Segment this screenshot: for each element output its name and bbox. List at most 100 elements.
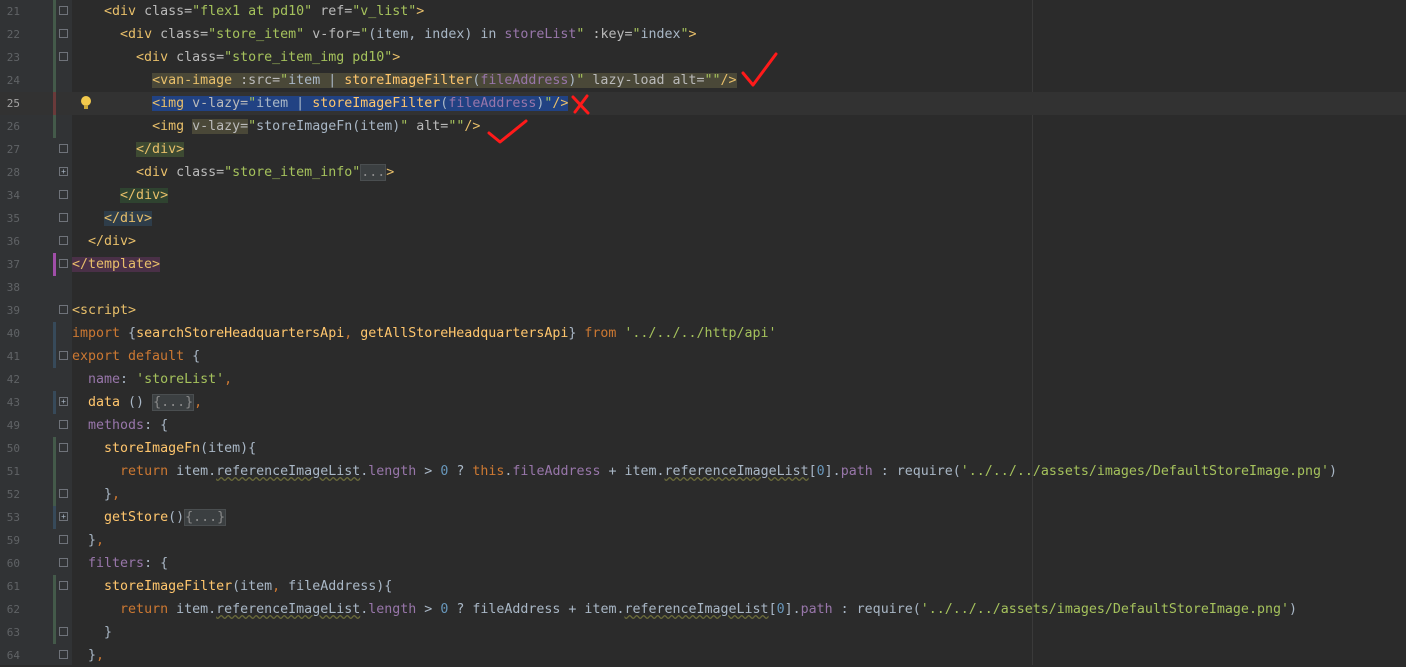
fold-toggle-icon[interactable]: [59, 236, 68, 245]
line-number: 23: [6, 51, 20, 64]
change-marker: [53, 46, 56, 69]
code-line[interactable]: 21 <div class="flex1 at pd10" ref="v_lis…: [0, 0, 1406, 23]
red-checkmark-annotation: [741, 52, 778, 87]
fold-toggle-icon[interactable]: [59, 259, 68, 268]
code-line[interactable]: 59 },: [0, 529, 1406, 552]
line-number: 64: [6, 649, 20, 662]
code-text: getStore(){...}: [104, 509, 227, 526]
code-line[interactable]: 43 + data () {...},: [0, 391, 1406, 414]
fold-toggle-icon[interactable]: [59, 558, 68, 567]
code-text: methods: {: [88, 418, 169, 433]
code-line[interactable]: 49 methods: {: [0, 414, 1406, 437]
code-line[interactable]: 26 <img v-lazy="storeImageFn(item)" alt=…: [0, 115, 1406, 144]
change-marker: [53, 69, 56, 92]
code-text: name: 'storeList',: [88, 372, 233, 387]
change-marker: [53, 621, 56, 644]
code-line[interactable]: 27 </div>: [0, 138, 1406, 161]
fold-toggle-icon[interactable]: [59, 6, 68, 15]
fold-toggle-icon[interactable]: +: [59, 397, 68, 406]
code-line[interactable]: 42 name: 'storeList',: [0, 368, 1406, 391]
red-x-annotation: [571, 94, 590, 115]
code-line-current[interactable]: 25 <img v-lazy="item | storeImageFilter(…: [0, 92, 1406, 115]
fold-toggle-icon[interactable]: [59, 144, 68, 153]
line-number: 24: [6, 74, 20, 87]
fold-toggle-icon[interactable]: [59, 213, 68, 222]
change-marker: [53, 115, 56, 138]
code-text: filters: {: [88, 556, 169, 571]
code-line[interactable]: 35 </div>: [0, 207, 1406, 230]
code-text: },: [72, 533, 105, 548]
code-text: <div class="store_item_info"...>: [136, 164, 395, 181]
code-text: return item.referenceImageList.length > …: [120, 464, 1338, 479]
fold-toggle-icon[interactable]: +: [59, 512, 68, 521]
line-number: 28: [6, 166, 20, 179]
fold-toggle-icon[interactable]: [59, 305, 68, 314]
code-line[interactable]: 22 <div class="store_item" v-for="(item,…: [0, 23, 1406, 46]
code-text: import {searchStoreHeadquartersApi, getA…: [72, 326, 777, 341]
code-line[interactable]: 53 + getStore(){...}: [0, 506, 1406, 529]
change-marker: [53, 0, 56, 23]
code-line[interactable]: 39 <script>: [0, 299, 1406, 322]
code-line[interactable]: 52 },: [0, 483, 1406, 506]
code-line[interactable]: 41 export default {: [0, 345, 1406, 368]
code-line[interactable]: 28 + <div class="store_item_info"...>: [0, 161, 1406, 184]
fold-toggle-icon[interactable]: [59, 420, 68, 429]
line-number: 38: [6, 281, 20, 294]
change-marker: [53, 598, 56, 621]
code-line[interactable]: 34 </div>: [0, 184, 1406, 207]
code-text: },: [72, 487, 121, 502]
change-marker: [53, 506, 56, 529]
code-line[interactable]: 63 }: [0, 621, 1406, 644]
code-text: },: [72, 648, 105, 663]
fold-toggle-icon[interactable]: [59, 190, 68, 199]
code-line[interactable]: 61 storeImageFilter(item, fileAddress){: [0, 575, 1406, 598]
code-text: <img v-lazy="item | storeImageFilter(fil…: [152, 96, 569, 111]
code-editor[interactable]: 21 <div class="flex1 at pd10" ref="v_lis…: [0, 0, 1406, 665]
code-text: export default {: [72, 349, 201, 364]
code-text: <script>: [72, 303, 137, 318]
line-number: 61: [6, 580, 20, 593]
line-number: 49: [6, 419, 20, 432]
fold-toggle-icon[interactable]: [59, 351, 68, 360]
code-line[interactable]: 24 <van-image :src="item | storeImageFil…: [0, 52, 1406, 92]
line-number: 37: [6, 258, 20, 271]
line-number: 26: [6, 120, 20, 133]
fold-toggle-icon[interactable]: [59, 52, 68, 61]
fold-toggle-icon[interactable]: [59, 29, 68, 38]
code-line[interactable]: 38: [0, 276, 1406, 299]
line-number: 27: [6, 143, 20, 156]
code-line[interactable]: 64 },: [0, 644, 1406, 667]
fold-toggle-icon[interactable]: [59, 581, 68, 590]
code-text: </div>: [120, 188, 169, 203]
line-number: 34: [6, 189, 20, 202]
code-line[interactable]: 40 import {searchStoreHeadquartersApi, g…: [0, 322, 1406, 345]
line-number: 53: [6, 511, 20, 524]
code-text: <div class="flex1 at pd10" ref="v_list">: [104, 4, 425, 19]
code-text: <van-image :src="item | storeImageFilter…: [152, 73, 737, 88]
code-line[interactable]: 60 filters: {: [0, 552, 1406, 575]
change-marker: [53, 437, 56, 460]
code-text: <div class="store_item_img pd10">: [136, 50, 401, 65]
line-number: 60: [6, 557, 20, 570]
code-text: <img v-lazy="storeImageFn(item)" alt=""/…: [152, 119, 481, 134]
code-line[interactable]: 51 return item.referenceImageList.length…: [0, 460, 1406, 483]
change-marker: [53, 345, 56, 368]
fold-toggle-icon[interactable]: [59, 650, 68, 659]
code-line[interactable]: 62 return item.referenceImageList.length…: [0, 598, 1406, 621]
fold-toggle-icon[interactable]: [59, 489, 68, 498]
code-line[interactable]: 37 </template>: [0, 253, 1406, 276]
fold-toggle-icon[interactable]: +: [59, 167, 68, 176]
line-number: 43: [6, 396, 20, 409]
code-line[interactable]: 23 <div class="store_item_img pd10">: [0, 46, 1406, 69]
change-marker: [53, 460, 56, 483]
line-number: 42: [6, 373, 20, 386]
fold-toggle-icon[interactable]: [59, 443, 68, 452]
change-marker: [53, 322, 56, 345]
fold-toggle-icon[interactable]: [59, 627, 68, 636]
code-line[interactable]: 36 </div>: [0, 230, 1406, 253]
line-number: 41: [6, 350, 20, 363]
code-line[interactable]: 50 storeImageFn(item){: [0, 437, 1406, 460]
line-number: 22: [6, 28, 20, 41]
fold-toggle-icon[interactable]: [59, 535, 68, 544]
change-marker: [53, 92, 56, 115]
